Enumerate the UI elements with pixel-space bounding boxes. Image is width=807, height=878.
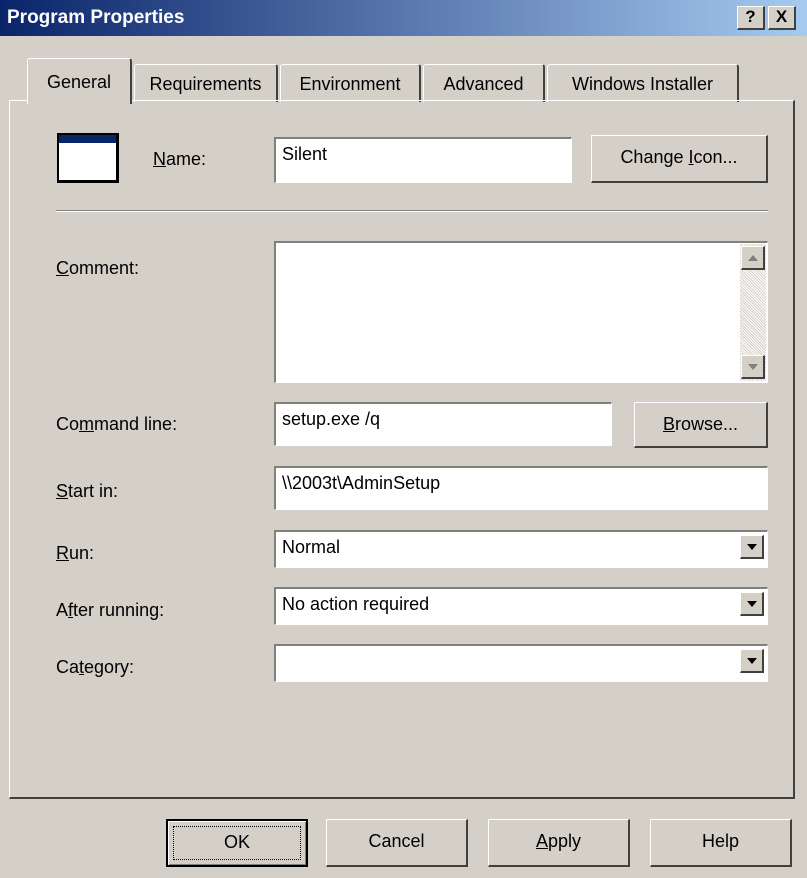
run-dropdown[interactable]: Normal — [274, 530, 768, 568]
general-tab-panel — [9, 100, 795, 799]
apply-button[interactable]: Apply — [488, 819, 630, 867]
name-input[interactable]: Silent — [274, 137, 572, 183]
tab-label: Environment — [299, 74, 401, 94]
name-label: Name: — [153, 149, 207, 169]
scroll-up-arrow-icon[interactable] — [741, 246, 765, 270]
help-title-button[interactable]: ? — [737, 6, 765, 30]
after-running-label: After running: — [56, 600, 165, 620]
command-line-input[interactable]: setup.exe /q — [274, 402, 612, 446]
program-properties-window: Program Properties ? X General Requireme… — [0, 0, 807, 878]
window-title: Program Properties — [7, 7, 185, 28]
browse-button[interactable]: Browse... — [634, 402, 768, 448]
run-label: Run: — [56, 543, 95, 563]
command-line-value: setup.exe /q — [282, 409, 381, 429]
category-label: Category: — [56, 657, 135, 677]
chevron-down-icon[interactable] — [740, 649, 764, 673]
chevron-down-icon[interactable] — [740, 592, 764, 616]
close-icon: X — [775, 7, 788, 26]
tab-label: Requirements — [149, 74, 262, 94]
tab-label: Advanced — [443, 74, 524, 94]
help-button[interactable]: Help — [650, 819, 792, 867]
separator — [56, 210, 768, 212]
start-in-label: Start in: — [56, 481, 119, 501]
command-line-label: Command line: — [56, 414, 178, 434]
tab-advanced[interactable]: Advanced — [423, 64, 545, 102]
comment-scrollbar[interactable] — [740, 244, 766, 381]
title-bar[interactable]: Program Properties ? X — [0, 0, 807, 36]
tab-environment[interactable]: Environment — [280, 64, 421, 102]
chevron-down-icon[interactable] — [740, 535, 764, 559]
start-in-input[interactable]: \\2003t\AdminSetup — [274, 466, 768, 510]
scroll-down-arrow-icon[interactable] — [741, 355, 765, 379]
name-input-value: Silent — [282, 144, 328, 164]
comment-textarea[interactable] — [274, 241, 768, 383]
tab-windows-installer[interactable]: Windows Installer — [547, 64, 739, 102]
run-dropdown-value: Normal — [282, 537, 341, 557]
start-in-value: \\2003t\AdminSetup — [282, 473, 441, 493]
change-icon-button[interactable]: Change Icon... — [591, 135, 768, 183]
cancel-button[interactable]: Cancel — [326, 819, 468, 867]
ok-button[interactable]: OK — [166, 819, 308, 867]
category-dropdown[interactable] — [274, 644, 768, 682]
tab-label: General — [46, 72, 112, 92]
tab-label: Windows Installer — [571, 74, 714, 94]
tab-requirements[interactable]: Requirements — [134, 64, 278, 102]
help-question-icon: ? — [745, 7, 756, 26]
tab-general[interactable]: General — [27, 58, 132, 104]
comment-label: Comment: — [56, 258, 140, 278]
close-title-button[interactable]: X — [768, 6, 796, 30]
after-running-dropdown-value: No action required — [282, 594, 430, 614]
after-running-dropdown[interactable]: No action required — [274, 587, 768, 625]
